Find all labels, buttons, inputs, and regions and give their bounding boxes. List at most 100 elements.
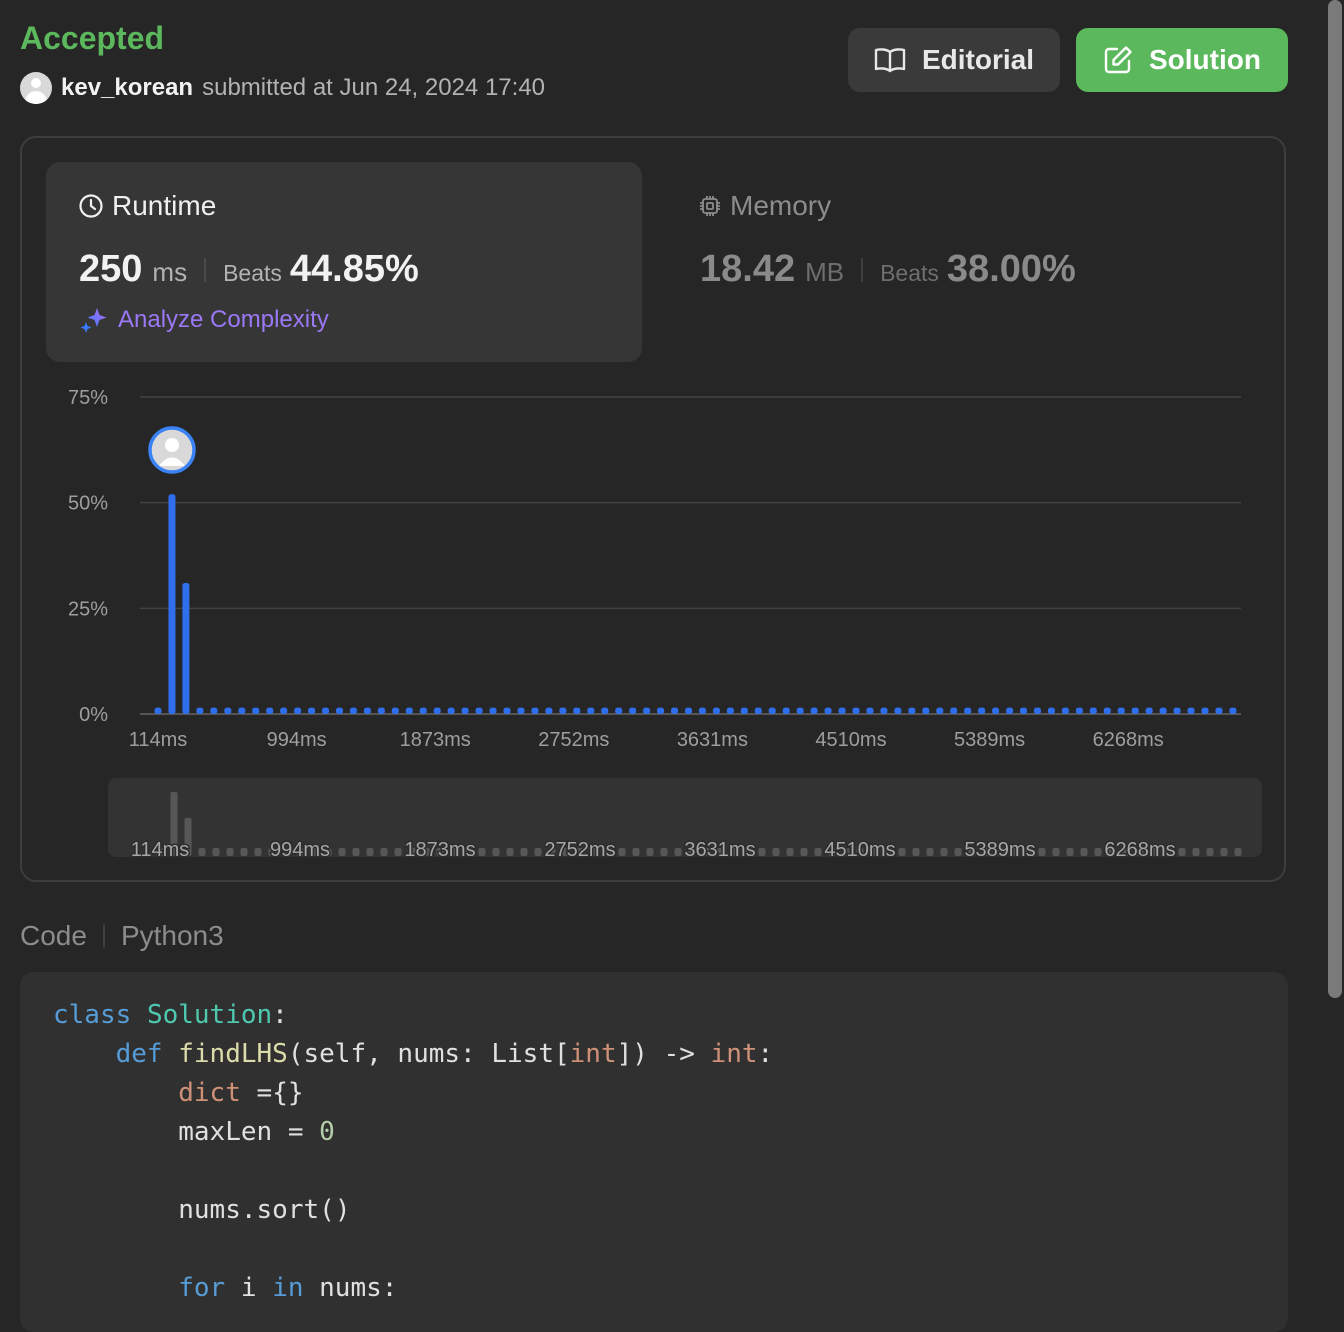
overview-bar (800, 848, 808, 856)
histogram-bar[interactable] (587, 707, 595, 714)
histogram-bar[interactable] (447, 707, 455, 714)
histogram-bar[interactable] (964, 707, 972, 714)
histogram-bar[interactable] (391, 707, 399, 714)
histogram-bar[interactable] (740, 707, 748, 714)
runtime-title: Runtime (78, 190, 216, 222)
histogram-bar[interactable] (838, 707, 846, 714)
overview-tick-label: 2752ms (544, 839, 615, 861)
histogram-bar[interactable] (168, 494, 176, 714)
histogram-bar[interactable] (1033, 707, 1041, 714)
histogram-bar[interactable] (238, 707, 246, 714)
memory-title[interactable]: Memory (698, 190, 831, 222)
histogram-bar[interactable] (1201, 707, 1209, 714)
histogram-bar[interactable] (824, 707, 832, 714)
histogram-bar[interactable] (866, 707, 874, 714)
histogram-bar[interactable] (922, 707, 930, 714)
overview-bar (632, 848, 640, 856)
histogram-bar[interactable] (266, 707, 274, 714)
histogram-bar[interactable] (1061, 707, 1069, 714)
histogram-bar[interactable] (377, 707, 385, 714)
histogram-bar[interactable] (433, 707, 441, 714)
histogram-bar[interactable] (503, 707, 511, 714)
histogram-bar[interactable] (950, 707, 958, 714)
histogram-bar[interactable] (196, 707, 204, 714)
histogram-bar[interactable] (726, 707, 734, 714)
histogram-bar[interactable] (754, 707, 762, 714)
histogram-bar[interactable] (1089, 707, 1097, 714)
histogram-bar[interactable] (601, 707, 609, 714)
histogram-bar[interactable] (154, 707, 162, 714)
histogram-bar[interactable] (684, 707, 692, 714)
histogram-bar[interactable] (768, 707, 776, 714)
histogram-bar[interactable] (419, 707, 427, 714)
histogram-bar[interactable] (629, 707, 637, 714)
histogram-bar[interactable] (573, 707, 581, 714)
histogram-bar[interactable] (363, 707, 371, 714)
solution-label: Solution (1149, 44, 1261, 75)
histogram-bar[interactable] (615, 707, 623, 714)
histogram-bar[interactable] (461, 707, 469, 714)
histogram-bar[interactable] (475, 707, 483, 714)
histogram-bar[interactable] (1006, 707, 1014, 714)
histogram-bar[interactable] (852, 707, 860, 714)
histogram-bar[interactable] (559, 707, 567, 714)
histogram-bar[interactable] (712, 707, 720, 714)
histogram-bar[interactable] (894, 707, 902, 714)
histogram-bar[interactable] (671, 707, 679, 714)
histogram-bar[interactable] (782, 707, 790, 714)
histogram-bar[interactable] (1215, 707, 1223, 714)
histogram-bar[interactable] (936, 707, 944, 714)
histogram-bar[interactable] (349, 707, 357, 714)
histogram-bar[interactable] (810, 707, 818, 714)
histogram-bar[interactable] (698, 707, 706, 714)
histogram-bar[interactable] (1159, 707, 1167, 714)
histogram-bar[interactable] (224, 707, 232, 714)
histogram-bar[interactable] (657, 707, 665, 714)
solution-button[interactable]: Solution (1076, 28, 1288, 92)
histogram-bar[interactable] (531, 707, 539, 714)
histogram-bar[interactable] (796, 707, 804, 714)
histogram-bar[interactable] (322, 707, 330, 714)
histogram-bar[interactable] (1131, 707, 1139, 714)
histogram-bar[interactable] (1047, 707, 1055, 714)
histogram-bar[interactable] (880, 707, 888, 714)
histogram-bar[interactable] (210, 707, 218, 714)
histogram-bar[interactable] (1020, 707, 1028, 714)
username-link[interactable]: kev_korean (61, 74, 193, 102)
histogram-bar[interactable] (489, 707, 497, 714)
histogram-bar[interactable] (405, 707, 413, 714)
code-content[interactable]: class Solution: def findLHS(self, nums: … (53, 996, 773, 1308)
histogram-bar[interactable] (335, 707, 343, 714)
histogram-bar[interactable] (182, 582, 190, 714)
histogram-bar[interactable] (643, 707, 651, 714)
histogram-bar[interactable] (280, 707, 288, 714)
runtime-beats-label: Beats (223, 260, 282, 286)
histogram-bar[interactable] (1229, 707, 1237, 714)
histogram-bar[interactable] (1145, 707, 1153, 714)
x-tick-label: 5389ms (954, 729, 1025, 751)
histogram-bar[interactable] (517, 707, 525, 714)
book-icon (874, 48, 906, 73)
histogram-bar[interactable] (1117, 707, 1125, 714)
user-avatar[interactable] (20, 72, 52, 104)
editorial-label: Editorial (921, 44, 1034, 75)
runtime-distribution-chart[interactable]: 0% 25% 50% 75% 114ms 994ms 1873ms 2752ms 3631ms 4… (0, 380, 1290, 870)
histogram-bar[interactable] (992, 707, 1000, 714)
overview-bar (618, 848, 626, 856)
histogram-bar[interactable] (252, 707, 260, 714)
histogram-bar[interactable] (1187, 707, 1195, 714)
histogram-bar[interactable] (308, 707, 316, 714)
histogram-bar[interactable] (908, 707, 916, 714)
analyze-complexity-link[interactable]: Analyze Complexity (80, 306, 329, 334)
editorial-button[interactable]: Editorial (848, 28, 1060, 92)
histogram-bar[interactable] (545, 707, 553, 714)
x-tick-label: 6268ms (1093, 729, 1164, 751)
scrollbar-thumb[interactable] (1328, 0, 1342, 998)
submission-meta: kev_korean submitted at Jun 24, 2024 17:… (20, 72, 545, 104)
histogram-bar[interactable] (978, 707, 986, 714)
histogram-bar[interactable] (294, 707, 302, 714)
histogram-bar[interactable] (1075, 707, 1083, 714)
x-tick-label: 4510ms (815, 729, 886, 751)
histogram-bar[interactable] (1103, 707, 1111, 714)
histogram-bar[interactable] (1173, 707, 1181, 714)
